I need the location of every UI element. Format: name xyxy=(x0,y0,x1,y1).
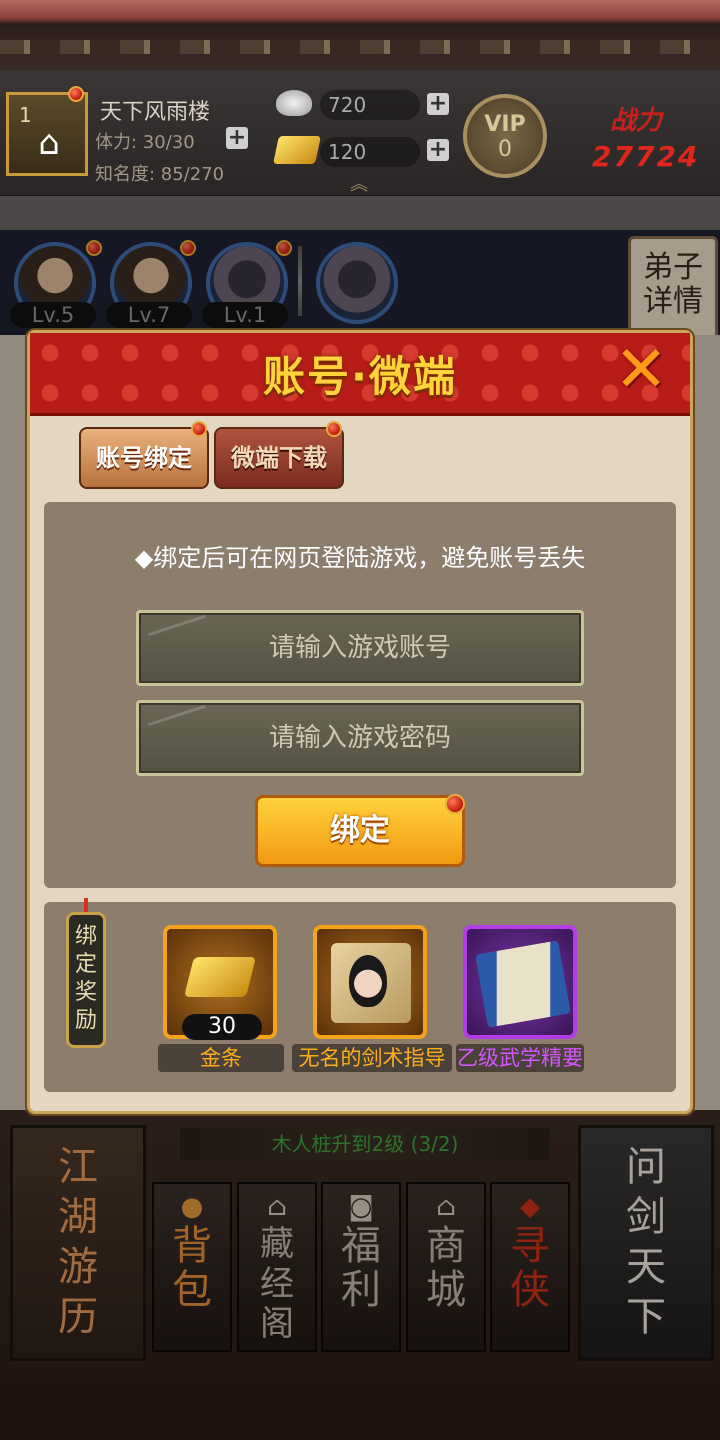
tab-micro-client-download[interactable]: 微端下载 xyxy=(214,427,344,489)
notification-dot xyxy=(68,86,84,102)
roof-beam xyxy=(0,40,720,54)
power-value: 27724 xyxy=(592,140,700,173)
add-gold-button[interactable]: + xyxy=(427,139,449,161)
item-name: 无名的剑术指导 xyxy=(298,1046,446,1070)
vip-badge[interactable]: VIP 0 xyxy=(463,94,547,178)
reward-tag-label: 绑定奖励 xyxy=(74,924,97,1033)
modal-title: 账号·微端 xyxy=(263,352,457,401)
reward-item-martial-manual[interactable] xyxy=(463,925,577,1039)
add-stamina-button[interactable]: + xyxy=(226,127,248,149)
fame-label: 知名度: 85/270 xyxy=(95,164,225,185)
notification-dot xyxy=(326,421,342,437)
scroll-portrait-icon xyxy=(331,943,411,1023)
bind-notice: ◆绑定后可在网页登陆游戏，避免账号丢失 xyxy=(134,544,586,572)
manual-book-icon xyxy=(475,940,571,1028)
tab-account-bind[interactable]: 账号绑定 xyxy=(79,427,209,489)
vip-level: 0 xyxy=(498,137,512,162)
gold-bar-icon xyxy=(273,136,321,164)
sect-name: 天下风雨楼 xyxy=(100,100,211,125)
pagoda-icon: ⌂ xyxy=(38,123,60,163)
notification-dot xyxy=(191,421,207,437)
close-button[interactable]: ✕ xyxy=(606,338,676,408)
notification-dot xyxy=(445,794,465,814)
item-name: 金条 xyxy=(200,1046,242,1070)
stamina-label: 体力: 30/30 xyxy=(95,132,195,153)
bind-reward-tag: 绑定奖励 xyxy=(66,912,106,1048)
tab-label: 微端下载 xyxy=(231,444,327,472)
add-silver-button[interactable]: + xyxy=(427,93,449,115)
item-count: 30 xyxy=(182,1014,262,1040)
silver-amount: 720 xyxy=(320,90,420,120)
sect-emblem-button[interactable]: 1 ⌂ xyxy=(6,92,88,176)
password-input[interactable]: 请输入游戏密码 xyxy=(136,700,584,776)
gold-amount: 120 xyxy=(320,137,420,167)
account-input[interactable]: 请输入游戏账号 xyxy=(136,610,584,686)
tab-label: 账号绑定 xyxy=(96,444,192,472)
silver-ingot-icon xyxy=(276,90,312,116)
power-label: 战力 xyxy=(610,106,663,136)
chevron-up-icon[interactable]: ︽ xyxy=(350,170,368,196)
bind-button[interactable]: 绑定 xyxy=(255,795,465,867)
vip-label: VIP xyxy=(484,112,526,137)
roof-decoration xyxy=(0,0,720,70)
reward-item-sword-guide[interactable] xyxy=(313,925,427,1039)
close-icon: ✕ xyxy=(614,333,668,407)
item-name: 乙级武学精要 xyxy=(457,1046,583,1070)
gold-bar-icon xyxy=(184,957,256,997)
